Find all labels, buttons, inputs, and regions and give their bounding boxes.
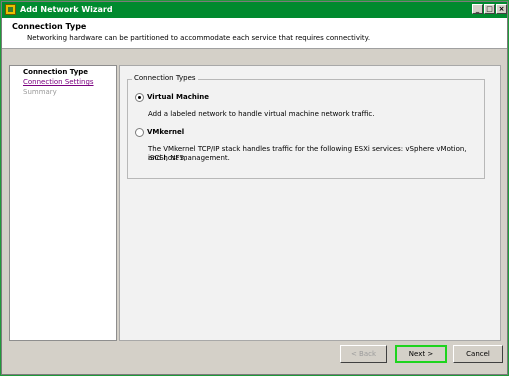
page-description: Networking hardware can be partitioned t… [27, 34, 371, 42]
cancel-button[interactable]: Cancel [453, 345, 503, 363]
virtual-machine-label[interactable]: Virtual Machine [147, 93, 209, 101]
maximize-button[interactable]: □ [484, 4, 495, 14]
nav-step-connection-settings[interactable]: Connection Settings [23, 78, 94, 86]
close-button[interactable]: × [496, 4, 507, 14]
connection-types-legend: Connection Types [132, 74, 198, 82]
wizard-steps-nav: Connection Type Connection Settings Summ… [9, 65, 117, 341]
virtual-machine-radio[interactable] [135, 93, 144, 102]
vmkernel-description-line2: and host management. [148, 154, 230, 162]
wizard-header: Connection Type Networking hardware can … [2, 18, 507, 49]
app-icon [5, 4, 16, 15]
nav-step-connection-type: Connection Type [23, 68, 89, 76]
next-button[interactable]: Next > [395, 345, 447, 363]
virtual-machine-description: Add a labeled network to handle virtual … [148, 110, 375, 118]
title-bar[interactable]: Add Network Wizard _ □ × [2, 2, 507, 18]
connection-types-group: Connection Types Virtual Machine Add a l… [127, 74, 485, 179]
nav-step-summary: Summary [23, 88, 57, 96]
window-title: Add Network Wizard [20, 5, 113, 14]
minimize-button[interactable]: _ [472, 4, 483, 14]
page-title: Connection Type [12, 22, 87, 31]
add-network-wizard-window: Add Network Wizard _ □ × Connection Type… [1, 1, 508, 375]
vmkernel-label[interactable]: VMkernel [147, 128, 184, 136]
vmkernel-radio[interactable] [135, 128, 144, 137]
content-panel: Connection Types Virtual Machine Add a l… [119, 65, 501, 341]
back-button[interactable]: < Back [340, 345, 387, 363]
